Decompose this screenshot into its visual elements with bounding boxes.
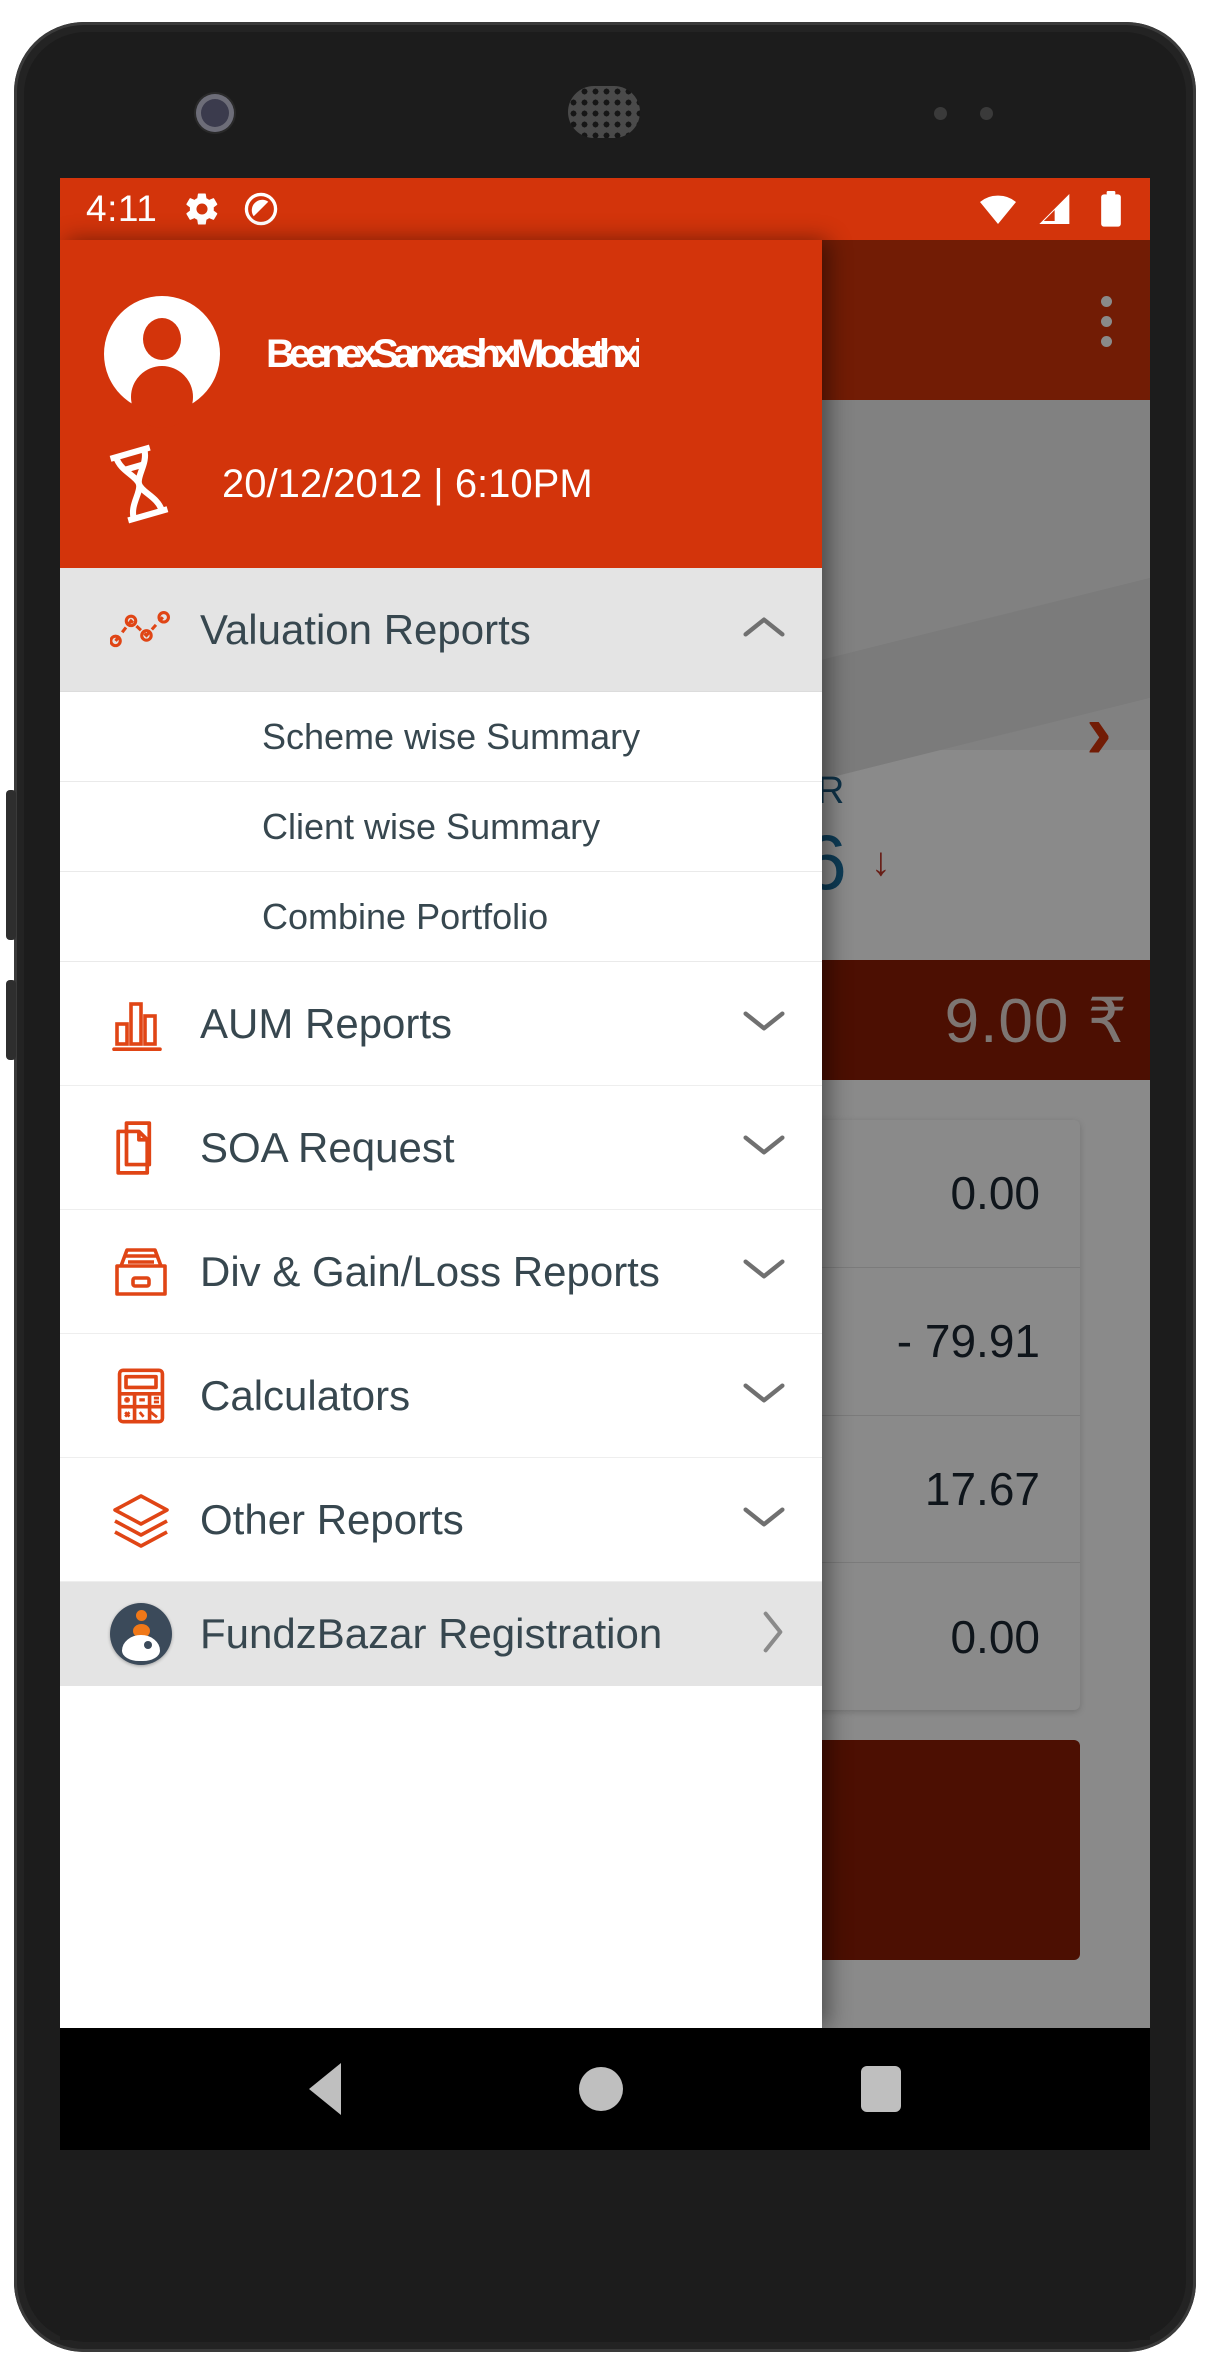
phone-chin (60, 2150, 1150, 2340)
android-navigation-bar (60, 2028, 1150, 2150)
phone-screen: › AGR 06 ↓ 9.00 ₹ 0.00 - 79.91 17.67 0.0… (60, 178, 1150, 2028)
sidebar-item-soa-request[interactable]: SOA Request (60, 1086, 822, 1210)
home-circle-icon[interactable] (579, 2067, 623, 2111)
hourglass-icon (109, 444, 169, 524)
sidebar-subitem-client-wise-summary[interactable]: Client wise Summary (60, 782, 822, 872)
navigation-drawer: BeenexSanxashxModethxi 20/12/2012 | 6:10… (60, 240, 822, 2028)
sidebar-item-fundzbazar-registration[interactable]: FundzBazar Registration (60, 1582, 822, 1686)
sidebar-item-label: AUM Reports (200, 999, 453, 1047)
avatar (104, 296, 220, 412)
cellular-signal-icon (1039, 194, 1070, 224)
chevron-down-icon[interactable] (742, 1256, 786, 1287)
chevron-down-icon[interactable] (742, 1132, 786, 1163)
sidebar-item-label: Div & Gain/Loss Reports (200, 1247, 660, 1295)
light-sensor-icon (980, 107, 993, 120)
chevron-right-icon[interactable] (760, 1610, 786, 1659)
sidebar-item-label: Calculators (200, 1371, 411, 1419)
sidebar-item-label: FundzBazar Registration (200, 1610, 663, 1657)
fundzbazar-logo-icon (104, 1603, 178, 1665)
user-name: BeenexSanxashxModethxi (266, 331, 639, 376)
sidebar-item-other-reports[interactable]: Other Reports (60, 1458, 822, 1582)
battery-icon (1101, 191, 1121, 227)
phone-device-mockup: › AGR 06 ↓ 9.00 ₹ 0.00 - 79.91 17.67 0.0… (0, 0, 1210, 2375)
sidebar-subitem-combine-portfolio[interactable]: Combine Portfolio (60, 872, 822, 962)
back-triangle-icon[interactable] (309, 2063, 341, 2115)
sidebar-item-calculators[interactable]: Calculators (60, 1334, 822, 1458)
status-clock: 4:11 (86, 188, 158, 229)
documents-icon (104, 1119, 178, 1177)
sidebar-item-aum-reports[interactable]: AUM Reports (60, 962, 822, 1086)
drawer-header: BeenexSanxashxModethxi 20/12/2012 | 6:10… (60, 240, 822, 568)
do-not-disturb-icon (245, 192, 278, 226)
gear-icon (186, 193, 218, 225)
volume-button[interactable] (6, 790, 16, 940)
file-tray-icon (104, 1245, 178, 1299)
scatter-line-chart-icon (104, 610, 178, 650)
layers-icon (104, 1492, 178, 1548)
sidebar-item-valuation-reports[interactable]: Valuation Reports (60, 568, 822, 692)
sidebar-item-div-gain-loss-reports[interactable]: Div & Gain/Loss Reports (60, 1210, 822, 1334)
proximity-sensor-icon (934, 107, 947, 120)
status-bar: 4:11 (60, 178, 1150, 240)
status-left-icons (183, 190, 280, 228)
chevron-down-icon[interactable] (742, 1504, 786, 1535)
sidebar-item-label: Other Reports (200, 1495, 464, 1543)
wifi-icon (980, 195, 1016, 224)
recents-square-icon[interactable] (861, 2066, 901, 2112)
drawer-datetime: 20/12/2012 | 6:10PM (222, 461, 593, 506)
chevron-down-icon[interactable] (742, 1008, 786, 1039)
chevron-up-icon[interactable] (742, 614, 786, 645)
sidebar-item-label: Valuation Reports (200, 605, 531, 653)
status-right-icons (978, 189, 1128, 229)
earpiece-speaker-icon (568, 86, 640, 138)
calculator-icon (104, 1366, 178, 1426)
bar-chart-icon (104, 996, 178, 1052)
chevron-down-icon[interactable] (742, 1380, 786, 1411)
sidebar-item-label: SOA Request (200, 1123, 455, 1171)
power-button[interactable] (6, 980, 16, 1060)
drawer-datetime-row: 20/12/2012 | 6:10PM (60, 434, 822, 568)
drawer-menu-list: Valuation Reports Scheme wise Summary Cl… (60, 568, 822, 2028)
drawer-profile-row[interactable]: BeenexSanxashxModethxi (60, 274, 822, 434)
front-camera-icon (196, 94, 234, 132)
sidebar-subitem-scheme-wise-summary[interactable]: Scheme wise Summary (60, 692, 822, 782)
